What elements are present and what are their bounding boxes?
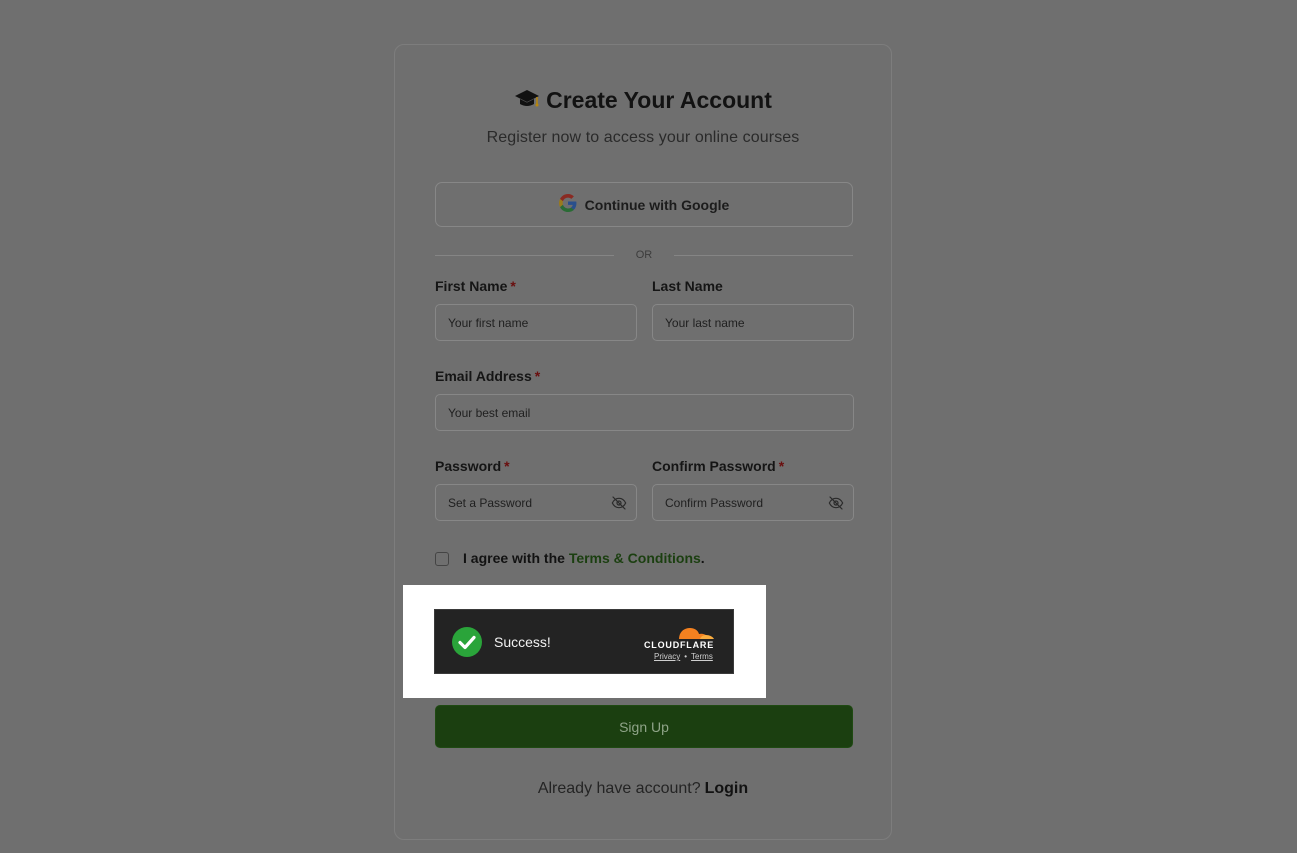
divider-line-right bbox=[674, 254, 853, 256]
login-prompt-text: Already have account? bbox=[537, 780, 701, 797]
captcha-link-separator: • bbox=[684, 652, 688, 661]
first-name-placeholder: Your first name bbox=[448, 315, 529, 330]
terms-agreement-text: I agree with the Terms & Conditions. bbox=[463, 550, 705, 566]
password-placeholder: Set a Password bbox=[448, 495, 533, 510]
signup-card: Create Your Account Register now to acce… bbox=[394, 44, 892, 840]
cloudflare-wordmark: CLOUDFLARE bbox=[644, 640, 714, 650]
password-label-text: Password bbox=[435, 458, 502, 474]
captcha-links: Privacy • Terms bbox=[654, 652, 713, 661]
google-icon bbox=[558, 194, 577, 215]
first-name-label: First Name * bbox=[435, 278, 516, 294]
sign-up-button[interactable]: Sign Up bbox=[435, 705, 853, 748]
last-name-label: Last Name bbox=[652, 278, 723, 294]
or-divider: OR bbox=[435, 247, 853, 263]
page-title: Create Your Account bbox=[395, 87, 891, 114]
page-title-text: Create Your Account bbox=[546, 87, 772, 113]
captcha-container: Success! CLOUDFLARE Privacy • Terms bbox=[403, 585, 766, 698]
continue-with-google-button[interactable]: Continue with Google bbox=[435, 182, 853, 227]
confirm-password-label-text: Confirm Password bbox=[652, 458, 776, 474]
captcha-terms-link[interactable]: Terms bbox=[691, 652, 713, 661]
agree-suffix: . bbox=[700, 550, 705, 566]
required-marker: * bbox=[504, 458, 510, 474]
required-marker: * bbox=[510, 278, 516, 294]
captcha-status-text: Success! bbox=[494, 634, 551, 650]
divider-text: OR bbox=[635, 249, 653, 261]
email-label: Email Address * bbox=[435, 368, 540, 384]
eye-off-icon[interactable] bbox=[611, 495, 627, 511]
login-prompt: Already have account? Login bbox=[395, 780, 891, 798]
last-name-input[interactable]: Your last name bbox=[652, 304, 854, 341]
confirm-password-input[interactable]: Confirm Password bbox=[652, 484, 854, 521]
cloudflare-turnstile-widget[interactable]: Success! CLOUDFLARE Privacy • Terms bbox=[434, 609, 734, 674]
first-name-label-text: First Name bbox=[435, 278, 508, 294]
email-label-text: Email Address bbox=[435, 368, 532, 384]
terms-link[interactable]: Terms & Conditions bbox=[569, 550, 701, 566]
confirm-password-label: Confirm Password * bbox=[652, 458, 784, 474]
confirm-password-placeholder: Confirm Password bbox=[665, 495, 764, 510]
page-subtitle: Register now to access your online cours… bbox=[486, 129, 800, 146]
agree-prefix: I agree with the bbox=[463, 550, 565, 566]
first-name-input[interactable]: Your first name bbox=[435, 304, 637, 341]
eye-off-icon[interactable] bbox=[828, 495, 844, 511]
email-input[interactable]: Your best email bbox=[435, 394, 854, 431]
last-name-label-text: Last Name bbox=[652, 278, 723, 294]
google-button-label: Continue with Google bbox=[584, 196, 730, 213]
email-placeholder: Your best email bbox=[448, 405, 531, 420]
last-name-placeholder: Your last name bbox=[665, 315, 745, 330]
divider-line-left bbox=[435, 254, 614, 256]
required-marker: * bbox=[534, 368, 541, 384]
check-circle-icon bbox=[452, 627, 482, 657]
required-marker: * bbox=[778, 458, 785, 474]
graduation-cap-icon bbox=[514, 87, 540, 114]
captcha-privacy-link[interactable]: Privacy bbox=[654, 652, 680, 661]
password-input[interactable]: Set a Password bbox=[435, 484, 637, 521]
terms-checkbox[interactable] bbox=[435, 552, 449, 566]
password-label: Password * bbox=[435, 458, 510, 474]
login-link[interactable]: Login bbox=[705, 780, 749, 797]
